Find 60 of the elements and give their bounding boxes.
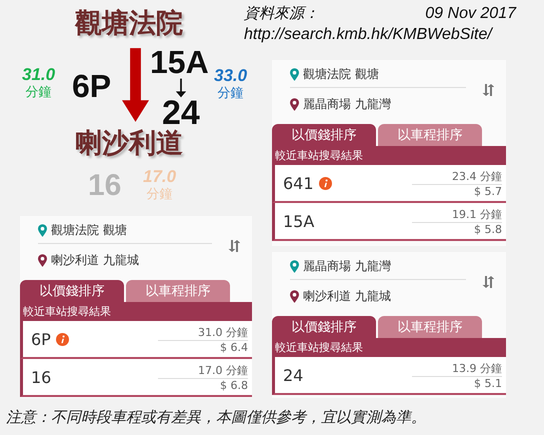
origin-field[interactable]: 觀塘法院 觀塘 xyxy=(303,66,379,83)
travel-time: 19.1 分鐘 xyxy=(412,206,502,223)
fare: $ 5.7 xyxy=(474,184,502,198)
map-pin-icon xyxy=(290,68,299,81)
origin-field[interactable]: 麗晶商場 九龍灣 xyxy=(303,258,391,275)
travel-time: 17.0 xyxy=(143,168,176,187)
swap-icon[interactable] xyxy=(228,240,240,252)
travel-time: 31.0 xyxy=(22,66,56,85)
destination-field[interactable]: 喇沙利道 九龍城 xyxy=(303,288,391,305)
sort-tab[interactable]: 以價錢排序 xyxy=(272,316,376,338)
map-pin-icon xyxy=(290,290,299,303)
result-row[interactable]: 6P 31.0 分鐘 $ 6.4 xyxy=(20,321,252,360)
time-unit: 分鐘 xyxy=(146,186,173,204)
disclaimer-note: 注意：不同時段車程或有差異，本圖僅供參考，宜以實測為準。 xyxy=(5,407,427,427)
source-label: 資料來源： xyxy=(244,4,319,24)
results-title: 較近車站搜尋結果 xyxy=(272,338,506,358)
time-unit: 分鐘 xyxy=(218,86,244,103)
sort-tab[interactable]: 以價錢排序 xyxy=(20,280,124,302)
swap-icon[interactable] xyxy=(482,276,494,288)
map-pin-icon xyxy=(290,260,299,273)
destination-title: 喇沙利道 xyxy=(75,130,183,157)
route-number: 6P xyxy=(31,330,51,349)
travel-time: 17.0 分鐘 xyxy=(158,362,248,379)
fare: $ 6.8 xyxy=(220,378,248,392)
route-number: 24 xyxy=(283,366,304,385)
sort-tab[interactable]: 以價錢排序 xyxy=(272,124,376,146)
route-number: 16 xyxy=(31,368,52,387)
map-pin-icon xyxy=(290,98,299,111)
destination-field[interactable]: 喇沙利道 九龍城 xyxy=(51,252,139,269)
transfer-arrow xyxy=(175,78,187,98)
travel-time: 23.4 分鐘 xyxy=(412,168,502,185)
result-row[interactable]: 641 23.4 分鐘 $ 5.7 xyxy=(272,165,506,204)
route-number: 15A xyxy=(150,46,209,78)
fare: $ 5.8 xyxy=(474,222,502,236)
date-text: 09 Nov 2017 xyxy=(425,4,516,24)
result-row[interactable]: 16 17.0 分鐘 $ 6.8 xyxy=(20,359,252,398)
info-icon[interactable] xyxy=(56,332,69,346)
route-number: 24 xyxy=(162,96,200,130)
info-icon[interactable] xyxy=(318,176,332,190)
map-pin-icon xyxy=(38,224,47,237)
travel-time: 13.9 分鐘 xyxy=(412,360,502,377)
results-title: 較近車站搜尋結果 xyxy=(272,146,506,166)
origin-field[interactable]: 觀塘法院 觀塘 xyxy=(51,222,127,239)
time-unit: 分鐘 xyxy=(26,84,52,102)
route-number: 6P xyxy=(72,70,112,102)
fare: $ 6.4 xyxy=(220,340,248,354)
map-pin-icon xyxy=(38,254,47,267)
route-number: 15A xyxy=(283,212,314,231)
route-number: 16 xyxy=(88,171,122,201)
route-number: 641 xyxy=(283,174,314,193)
swap-icon[interactable] xyxy=(482,84,494,96)
source-url: http://search.kmb.hk/KMBWebSite/ xyxy=(244,24,494,45)
destination-field[interactable]: 麗晶商場 九龍灣 xyxy=(303,96,391,113)
origin-title: 觀塘法院 xyxy=(75,10,183,37)
fare: $ 5.1 xyxy=(474,376,502,390)
results-title: 較近車站搜尋結果 xyxy=(20,302,252,322)
result-row[interactable]: 15A 19.1 分鐘 $ 5.8 xyxy=(272,203,506,242)
result-row[interactable]: 24 13.9 分鐘 $ 5.1 xyxy=(272,357,506,396)
travel-time: 33.0 xyxy=(214,67,248,86)
travel-time: 31.0 分鐘 xyxy=(158,324,248,341)
